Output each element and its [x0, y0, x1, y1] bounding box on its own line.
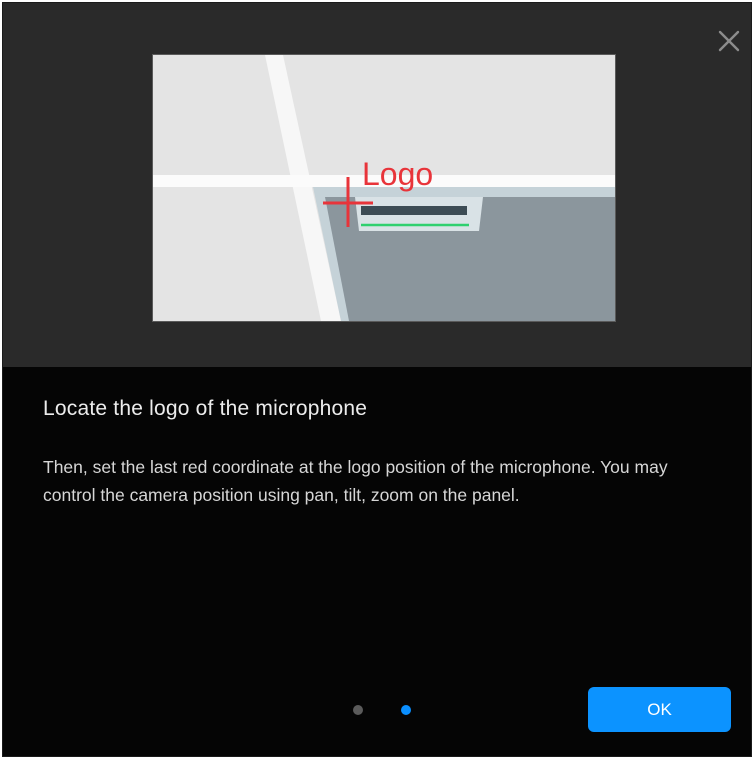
logo-mark: [361, 206, 467, 215]
page-dot-1[interactable]: [353, 705, 363, 715]
page-dot-2-active[interactable]: [401, 705, 411, 715]
close-button[interactable]: [715, 27, 743, 55]
dialog-description: Then, set the last red coordinate at the…: [43, 457, 668, 505]
tutorial-dialog: Logo Locate the logo of the microphone T…: [2, 2, 752, 757]
microphone-logo-illustration: Logo: [152, 54, 616, 322]
logo-label: Logo: [362, 156, 433, 192]
close-icon: [718, 30, 740, 52]
dialog-content: Locate the logo of the microphone Then, …: [3, 367, 751, 756]
ok-button[interactable]: OK: [588, 687, 731, 732]
dialog-header-area: Logo: [3, 3, 751, 367]
page-indicator: [353, 705, 411, 717]
dialog-title: Locate the logo of the microphone: [43, 397, 368, 420]
